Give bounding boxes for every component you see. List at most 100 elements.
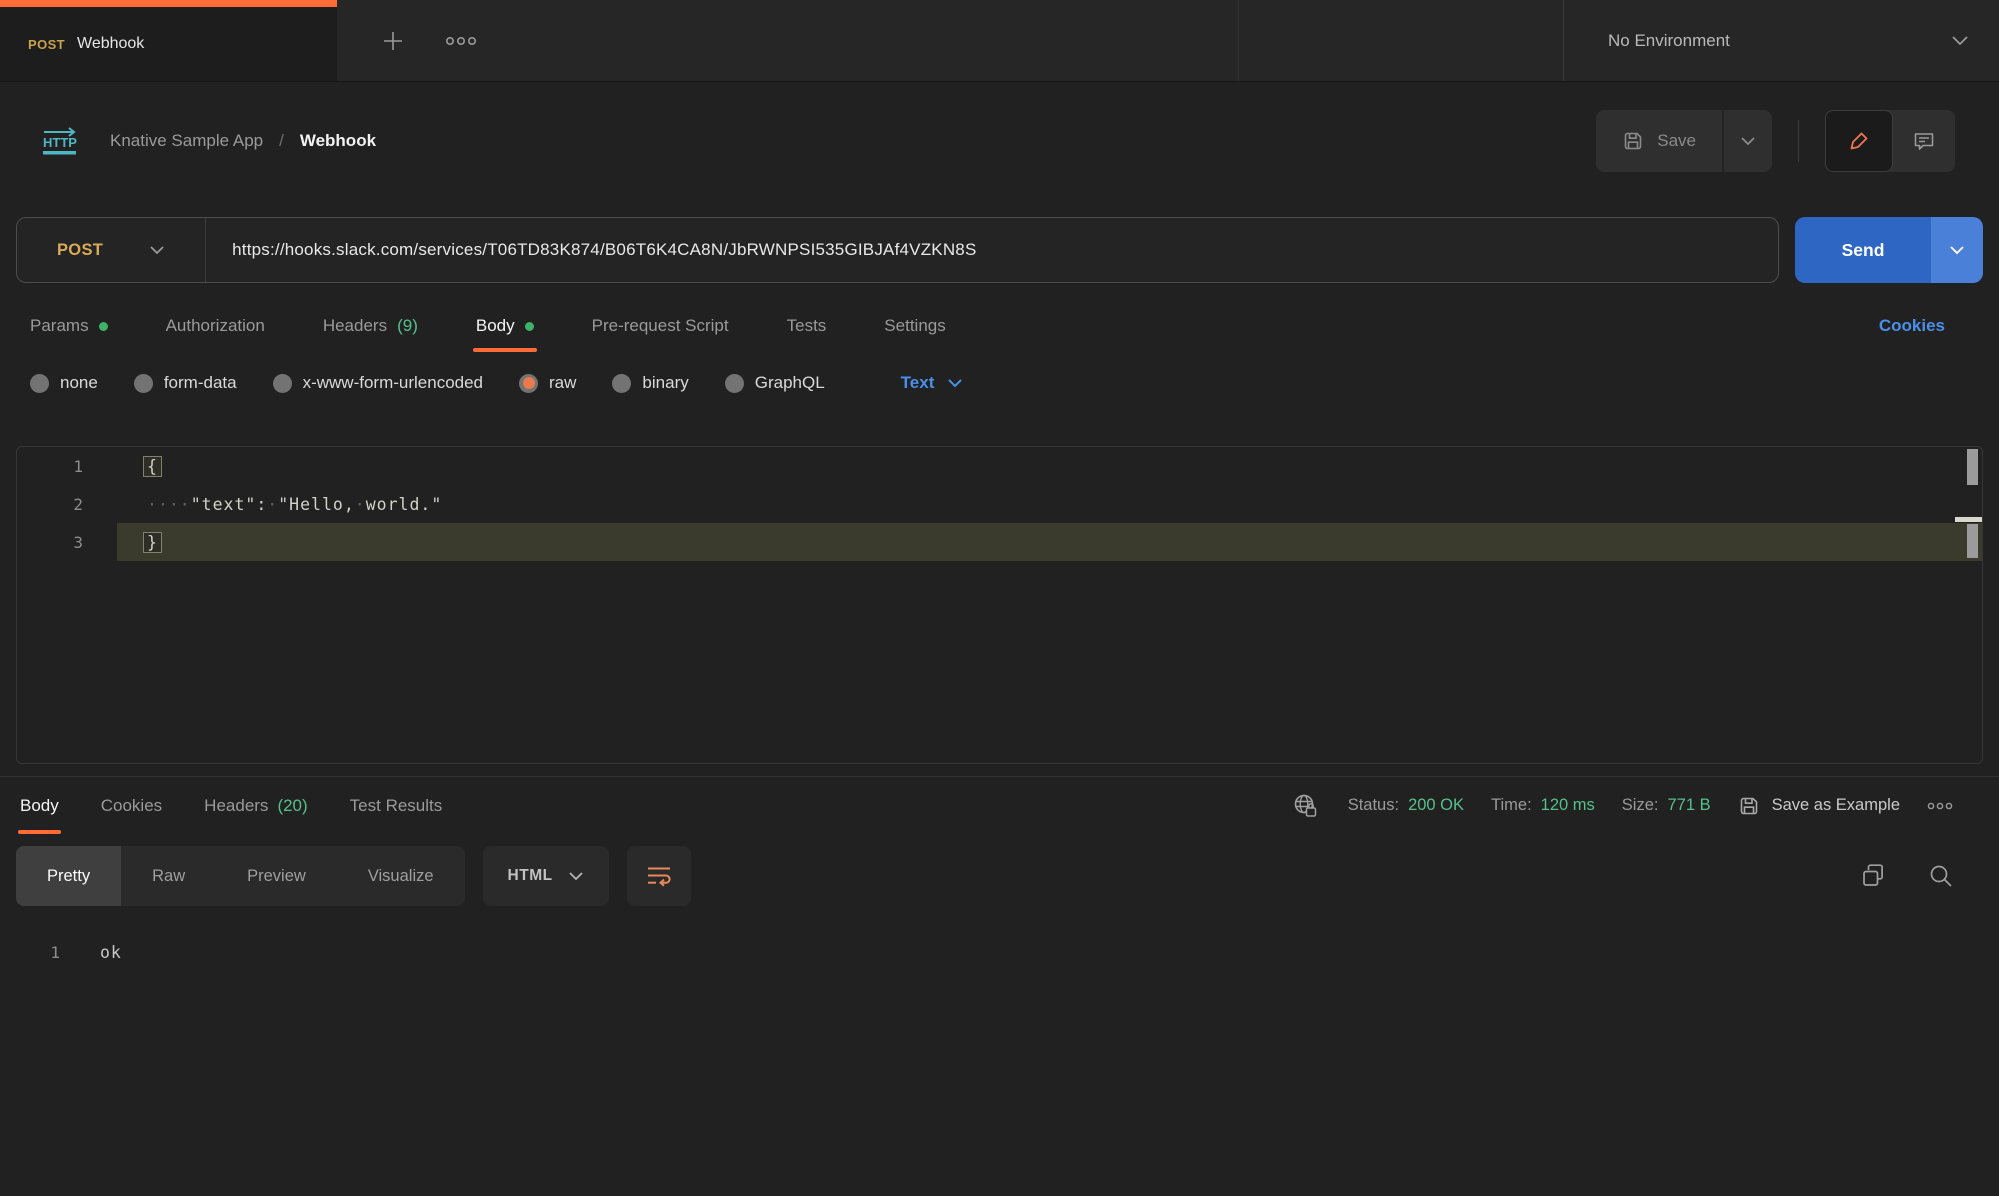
tab-title: Webhook (77, 35, 144, 53)
code-text: "text": (191, 495, 268, 514)
edit-documentation-button[interactable] (1825, 110, 1893, 172)
request-tab-pre-request-script[interactable]: Pre-request Script (592, 316, 729, 352)
response-text: ok (100, 943, 122, 962)
save-as-example-button[interactable]: Save as Example (1738, 795, 1900, 817)
size-label: Size: (1622, 796, 1659, 815)
environment-selector[interactable]: No Environment (1564, 0, 1999, 81)
save-as-example-label: Save as Example (1772, 796, 1900, 815)
body-type-label: form-data (164, 373, 237, 393)
editor-line-code: { (117, 447, 1982, 485)
editor-line: 2····"text":·"Hello,·world." (17, 485, 1982, 523)
view-tab-preview[interactable]: Preview (216, 846, 337, 906)
response-size: Size: 771 B (1622, 796, 1711, 815)
editor-lines: 1{2····"text":·"Hello,·world."3} (17, 447, 1982, 561)
line-number: 1 (17, 447, 117, 485)
request-body-editor[interactable]: 1{2····"text":·"Hello,·world."3} (16, 446, 1983, 764)
svg-text:HTTP: HTTP (43, 135, 77, 150)
view-tab-pretty[interactable]: Pretty (16, 846, 121, 906)
line-number: 2 (17, 485, 117, 523)
radio-circle-icon (273, 374, 292, 393)
raw-language-selector[interactable]: Text (901, 373, 964, 393)
request-url-row: POST https://hooks.slack.com/services/T0… (0, 200, 1999, 300)
request-tab-tests[interactable]: Tests (787, 316, 827, 352)
breadcrumb-request[interactable]: Webhook (300, 131, 376, 151)
response-tab-label: Cookies (101, 796, 162, 816)
chevron-down-icon (149, 245, 165, 255)
comments-button[interactable] (1893, 110, 1955, 172)
response-line: 1ok (0, 934, 1999, 970)
response-body-viewer: 1ok (0, 934, 1999, 970)
view-tab-visualize[interactable]: Visualize (337, 846, 465, 906)
response-actions-button[interactable] (1927, 802, 1953, 810)
request-tabs: Params Authorization Headers(9) Body Pre-req… (0, 300, 1999, 352)
response-tab-label: Body (20, 796, 59, 816)
save-button[interactable]: Save (1596, 110, 1722, 172)
response-tab-headers[interactable]: Headers(20) (204, 777, 308, 834)
status-label: Status: (1348, 796, 1399, 815)
method-selector[interactable]: POST (17, 218, 205, 282)
line-number: 3 (17, 523, 117, 561)
response-tab-label: Test Results (350, 796, 443, 816)
body-type-raw[interactable]: raw (519, 373, 576, 393)
response-view-tabs: PrettyRawPreviewVisualize (16, 846, 465, 906)
radio-circle-icon (30, 374, 49, 393)
tab-options-button[interactable] (439, 0, 483, 81)
radio-circle-icon (519, 374, 538, 393)
count-badge: (20) (277, 796, 307, 816)
editor-line: 3} (17, 523, 1982, 561)
line-number: 1 (0, 943, 100, 962)
http-method-icon: HTTP (40, 125, 82, 157)
response-meta: Status: 200 OK Time: 120 ms Size: 771 B (1291, 792, 1953, 820)
body-type-options: none form-data x-www-form-urlencoded raw bin… (0, 352, 1999, 414)
tab-bar-spacer (1239, 0, 1564, 81)
request-tab-label: Headers (323, 316, 387, 336)
editor-line-code: } (117, 523, 1982, 561)
search-icon[interactable] (1927, 862, 1955, 890)
save-options-button[interactable] (1722, 110, 1772, 172)
body-type-label: x-www-form-urlencoded (303, 373, 483, 393)
toolbar-divider (1798, 120, 1799, 162)
whitespace-dots: · (267, 495, 278, 514)
response-header: Body Cookies Headers(20) Test Results Statu… (0, 776, 1999, 834)
plus-icon (380, 28, 406, 54)
copy-icon[interactable] (1859, 862, 1887, 890)
wrap-lines-button[interactable] (627, 846, 691, 906)
send-options-button[interactable] (1931, 217, 1983, 283)
response-format-selector[interactable]: HTML (483, 846, 609, 906)
response-tab-cookies[interactable]: Cookies (101, 777, 162, 834)
chevron-down-icon (568, 871, 584, 881)
view-tab-raw[interactable]: Raw (121, 846, 216, 906)
postman-window: POST Webhook No Environment (0, 0, 1999, 1196)
unsaved-changes-dot (99, 322, 108, 331)
body-type-form-data[interactable]: form-data (134, 373, 237, 393)
request-tab-body[interactable]: Body (476, 316, 534, 352)
editor-line: 1{ (17, 447, 1982, 485)
new-tab-button[interactable] (373, 0, 413, 81)
request-tab-settings[interactable]: Settings (884, 316, 945, 352)
request-tab-authorization[interactable]: Authorization (166, 316, 265, 352)
whitespace-dots: · (355, 495, 366, 514)
body-type-none[interactable]: none (30, 373, 98, 393)
url-input[interactable]: https://hooks.slack.com/services/T06TD83… (206, 240, 976, 260)
editor-line-code: ····"text":·"Hello,·world." (117, 485, 1982, 523)
send-button[interactable]: Send (1795, 217, 1931, 283)
request-tab-headers[interactable]: Headers(9) (323, 316, 418, 352)
breadcrumb-collection[interactable]: Knative Sample App (110, 131, 263, 151)
environment-label: No Environment (1608, 31, 1730, 51)
body-type-x-www-form-urlencoded[interactable]: x-www-form-urlencoded (273, 373, 483, 393)
radio-circle-icon (725, 374, 744, 393)
save-button-label: Save (1657, 131, 1696, 151)
status-value: 200 OK (1408, 796, 1464, 815)
cookies-link[interactable]: Cookies (1879, 316, 1945, 352)
request-tab-params[interactable]: Params (30, 316, 108, 352)
open-request-tab[interactable]: POST Webhook (0, 0, 337, 81)
body-type-binary[interactable]: binary (612, 373, 688, 393)
request-tab-label: Pre-request Script (592, 316, 729, 336)
tab-method-label: POST (28, 37, 65, 52)
body-type-graphql[interactable]: GraphQL (725, 373, 825, 393)
response-status: Status: 200 OK (1348, 796, 1464, 815)
response-tab-test-results[interactable]: Test Results (350, 777, 443, 834)
time-value: 120 ms (1541, 796, 1595, 815)
globe-lock-icon[interactable] (1291, 792, 1321, 820)
response-tab-body[interactable]: Body (20, 777, 59, 834)
